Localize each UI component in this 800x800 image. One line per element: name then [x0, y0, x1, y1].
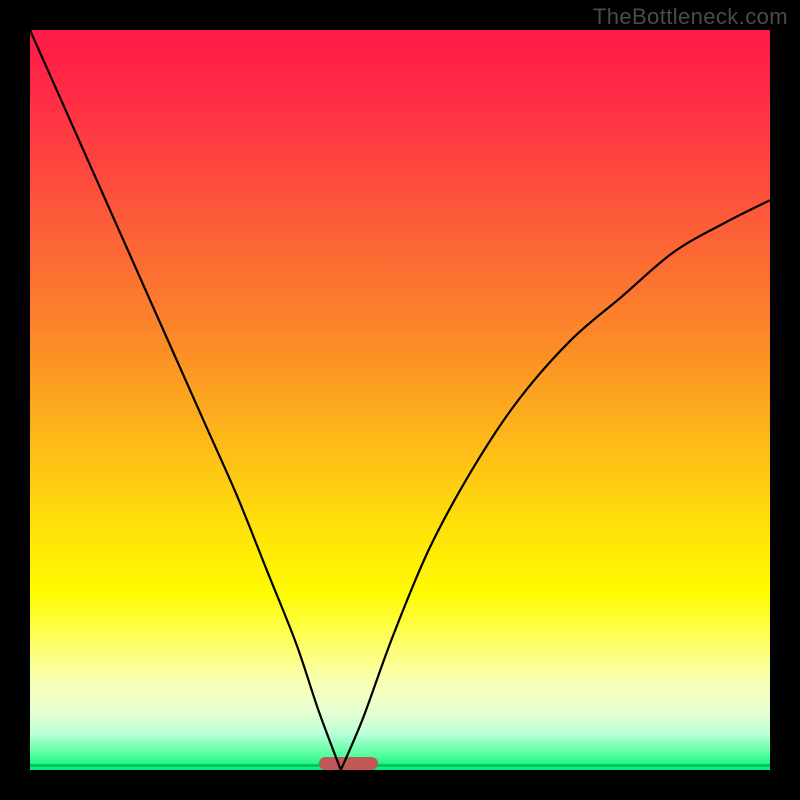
curve-right-branch	[341, 200, 770, 770]
curve-layer	[30, 30, 770, 770]
curve-left-branch	[30, 30, 341, 770]
chart-frame: TheBottleneck.com	[0, 0, 800, 800]
watermark-text: TheBottleneck.com	[593, 4, 788, 30]
plot-area	[30, 30, 770, 770]
